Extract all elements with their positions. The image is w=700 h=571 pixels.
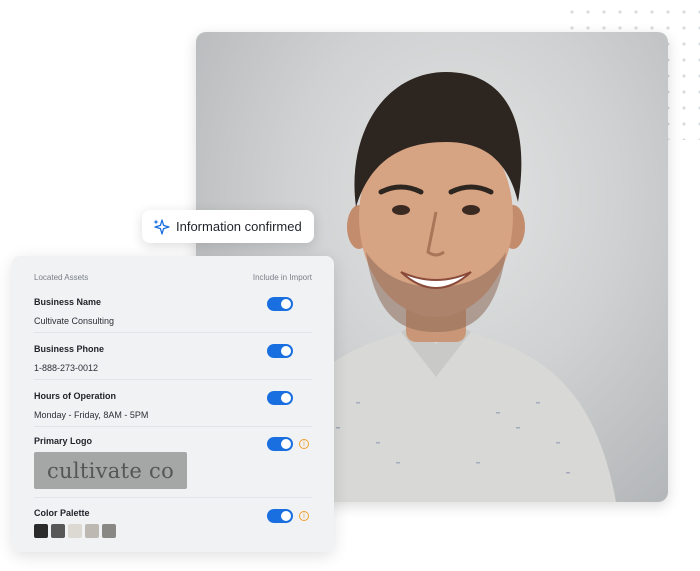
asset-value: 1-888-273-0012: [34, 363, 99, 373]
include-toggle-primary-logo[interactable]: [267, 437, 293, 451]
include-toggle-business-phone[interactable]: [267, 344, 293, 358]
logo-text: cultivate co: [46, 458, 175, 483]
sparkle-icon: [153, 218, 170, 235]
divider: [34, 332, 312, 333]
color-swatch: [85, 524, 99, 538]
asset-value: Cultivate Consulting: [34, 316, 115, 326]
color-swatch: [68, 524, 82, 538]
divider: [34, 426, 312, 427]
include-toggle-hours-of-operation[interactable]: [267, 391, 293, 405]
info-icon[interactable]: i: [299, 439, 309, 449]
color-palette-swatches: [34, 524, 116, 538]
color-swatch: [34, 524, 48, 538]
include-toggle-color-palette[interactable]: [267, 509, 293, 523]
primary-logo-preview: cultivate co: [34, 452, 187, 489]
include-in-import-heading: Include in Import: [252, 273, 312, 282]
located-assets-heading: Located Assets: [34, 273, 89, 282]
confirmation-text: Information confirmed: [176, 219, 302, 234]
info-icon[interactable]: i: [299, 511, 309, 521]
color-swatch: [102, 524, 116, 538]
include-toggle-business-name[interactable]: [267, 297, 293, 311]
divider: [34, 497, 312, 498]
color-swatch: [51, 524, 65, 538]
divider: [34, 379, 312, 380]
located-assets-panel: Located Assets Include in Import Busines…: [12, 256, 334, 552]
information-confirmed-badge: Information confirmed: [142, 210, 314, 243]
asset-value: Monday - Friday, 8AM - 5PM: [34, 410, 149, 420]
panel-header: Located Assets Include in Import: [34, 273, 312, 282]
